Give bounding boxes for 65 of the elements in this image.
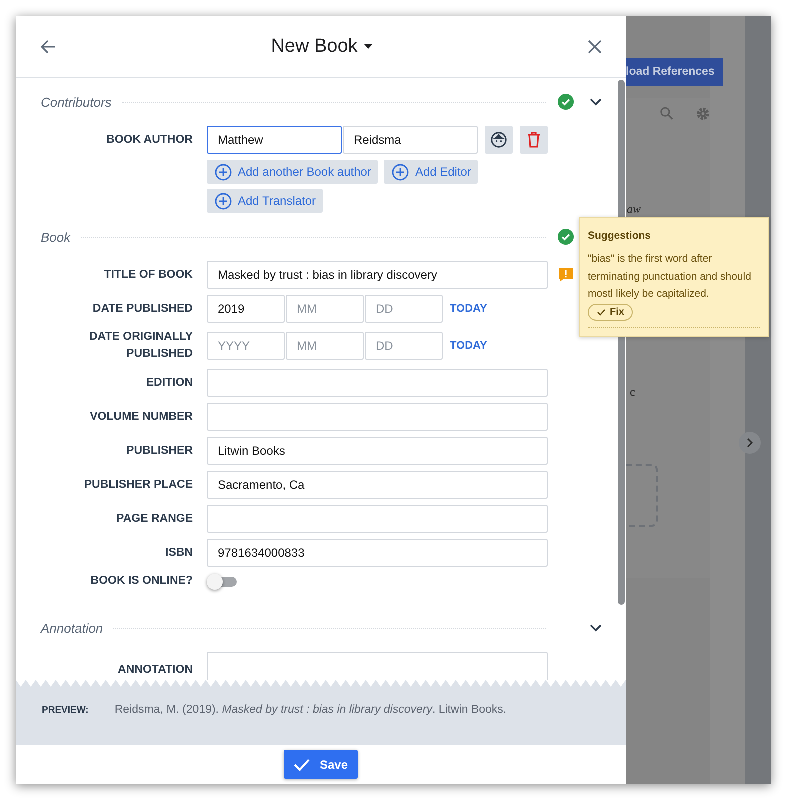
settings-icon[interactable] [696, 106, 710, 122]
dashed-placeholder [626, 464, 658, 527]
today-link[interactable]: TODAY [450, 303, 488, 315]
field-label: TITLE OF BOOK [103, 268, 193, 282]
text-field[interactable] [207, 369, 548, 397]
annotation-field[interactable] [207, 652, 548, 680]
face-icon [491, 131, 507, 149]
add-button[interactable]: Add Editor [384, 160, 478, 184]
today-link[interactable]: TODAY [450, 340, 488, 352]
text-field[interactable]: Litwin Books [207, 437, 548, 465]
field-label: DATE ORIGINALLY PUBLISHED [88, 330, 193, 362]
checkmark-icon [597, 308, 606, 316]
field-label: PUBLISHER [126, 444, 193, 458]
person-button[interactable] [485, 126, 513, 154]
toggle-switch[interactable] [207, 576, 237, 586]
chevron-right-icon [746, 438, 754, 448]
trash-icon [527, 132, 541, 148]
section-title: Book [41, 230, 71, 244]
search-icon[interactable] [660, 106, 674, 121]
fix-button[interactable]: Fix [588, 304, 634, 320]
chevron-down-icon[interactable] [590, 98, 602, 106]
title-dropdown[interactable]: New Book [265, 34, 379, 58]
field-label: VOLUME NUMBER [89, 410, 193, 424]
date-field[interactable]: MM [286, 295, 364, 323]
text-field[interactable]: Reidsma [343, 126, 478, 154]
plus-circle-icon [392, 164, 410, 180]
plus-circle-icon [215, 164, 232, 180]
section-title: Annotation [41, 620, 104, 636]
date-field[interactable]: 2019 [207, 295, 285, 323]
plus-circle-icon [215, 192, 232, 210]
text-field[interactable] [207, 505, 548, 533]
add-button[interactable]: Add Translator [207, 189, 324, 213]
field-label: DATE PUBLISHED [92, 302, 193, 316]
text-field[interactable]: Masked by trust : bias in library discovery [207, 261, 548, 289]
load-references-button[interactable]: load References [626, 58, 723, 86]
text-field[interactable] [207, 403, 548, 431]
date-field[interactable]: YYYY [207, 332, 285, 360]
text-field[interactable]: Sacramento, Ca [207, 471, 548, 499]
close-icon[interactable] [586, 38, 604, 56]
citation-text: Reidsma, M. (2019). Masked by trust : bias in library discovery. Litwin Books. [114, 704, 507, 716]
field-label: BOOK IS ONLINE? [90, 574, 193, 589]
date-field[interactable]: MM [286, 332, 364, 360]
save-button[interactable]: Save [284, 750, 358, 779]
text-field[interactable]: Matthew [207, 126, 342, 154]
text-field[interactable]: 9781634000833 [207, 539, 548, 567]
add-button[interactable]: Add another Book author [207, 160, 378, 184]
chevron-right-button[interactable] [739, 432, 761, 454]
popover-title: Suggestions [588, 230, 652, 242]
field-label: PUBLISHER PLACE [83, 478, 193, 492]
delete-button[interactable] [520, 126, 548, 154]
date-field[interactable]: DD [365, 332, 443, 360]
field-label: PAGE RANGE [116, 512, 193, 526]
suggestion-message: "bias" is the first word after terminating punctuation and should mostl likely be capitalized. [588, 252, 752, 302]
chevron-down-icon[interactable] [590, 624, 602, 632]
section-title: Contributors [41, 94, 112, 110]
preview-label: PREVIEW: [42, 704, 89, 716]
caret-down-icon [364, 44, 373, 49]
checkmark-icon [294, 758, 310, 770]
background-text: c [630, 385, 636, 400]
background-text: aw [627, 202, 642, 217]
field-label: EDITION [145, 376, 193, 390]
field-label: BOOK AUTHOR [106, 132, 193, 148]
field-label: ANNOTATION [117, 662, 193, 678]
field-label: ISBN [164, 546, 193, 560]
date-field[interactable]: DD [365, 295, 443, 323]
